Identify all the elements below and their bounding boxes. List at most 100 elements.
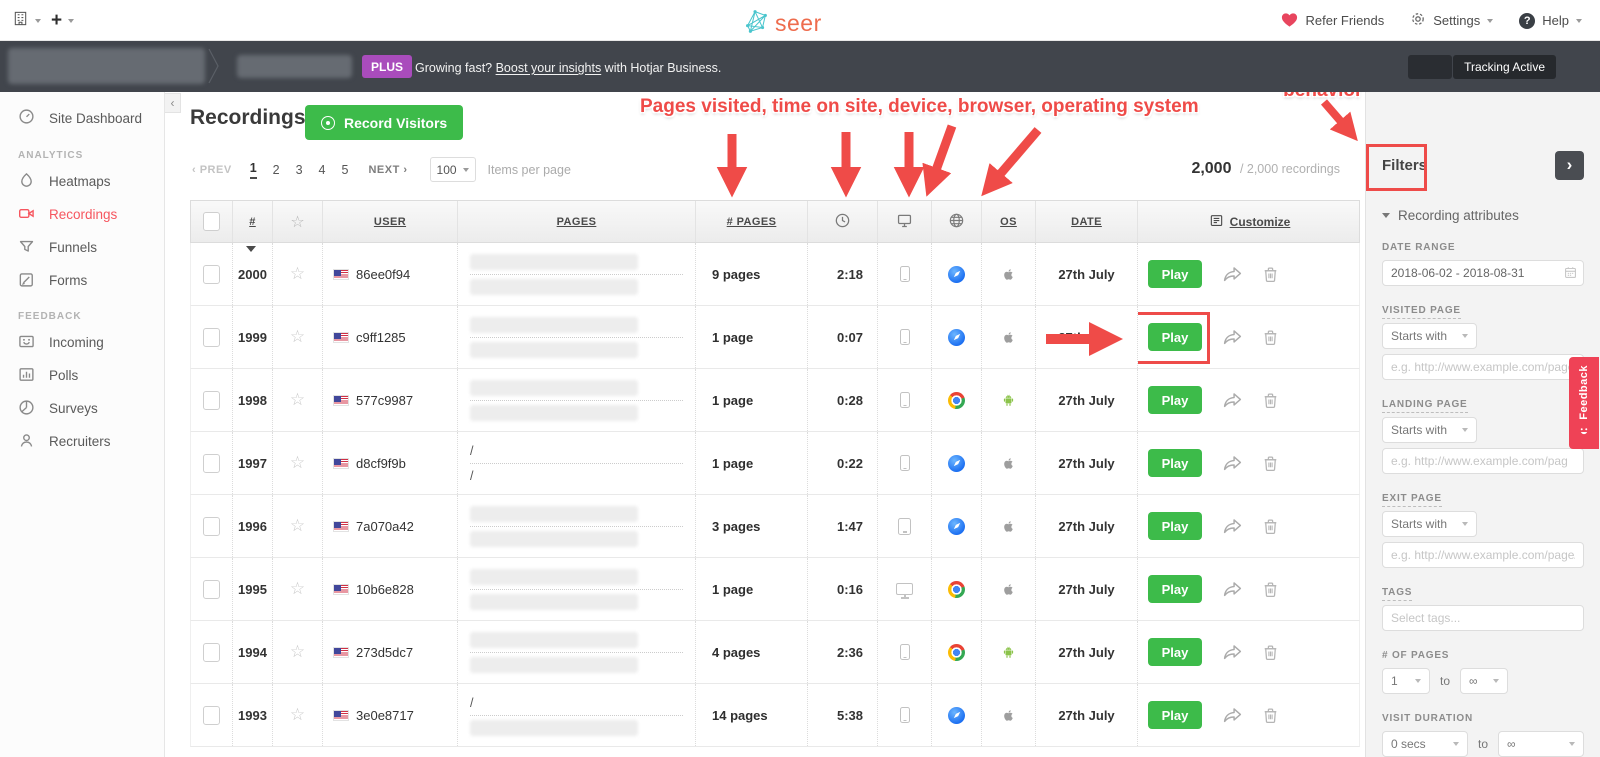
star-icon[interactable]: ☆ [290,327,305,347]
sidebar-item-label: Heatmaps [49,174,111,189]
page-number-4[interactable]: 4 [319,163,326,177]
row-checkbox[interactable] [203,705,220,725]
column-header-duration[interactable] [808,201,878,242]
exit-page-input[interactable] [1382,542,1584,568]
play-button[interactable]: Play [1148,260,1202,288]
tracking-active-button[interactable]: Tracking Active [1453,55,1556,79]
share-icon[interactable] [1222,455,1243,472]
redacted-site-selector[interactable] [8,48,205,84]
row-checkbox[interactable] [203,264,220,284]
row-checkbox[interactable] [203,516,220,536]
delete-icon[interactable] [1263,707,1278,724]
landing-page-input[interactable] [1382,448,1584,474]
column-header-starred[interactable]: ☆ [273,201,323,242]
share-icon[interactable] [1222,518,1243,535]
star-icon[interactable]: ☆ [290,453,305,473]
column-header-os[interactable]: OS [982,201,1036,242]
help-menu[interactable]: ? Help [1519,12,1582,29]
visited-page-input[interactable] [1382,354,1584,380]
date-range-input[interactable] [1382,260,1584,286]
delete-icon[interactable] [1263,644,1278,661]
row-checkbox[interactable] [203,390,220,410]
visit-duration-to-select[interactable]: ∞ [1498,731,1585,757]
share-icon[interactable] [1222,707,1243,724]
column-header-pages[interactable]: PAGES [458,201,696,242]
column-header-number[interactable]: # [233,201,273,242]
column-header-browser[interactable] [932,201,982,242]
play-button[interactable]: Play [1148,386,1202,414]
sidebar-item-surveys[interactable]: Surveys [0,392,164,425]
sidebar-item-heatmaps[interactable]: Heatmaps [0,165,164,198]
delete-icon[interactable] [1263,581,1278,598]
star-icon[interactable]: ☆ [290,579,305,599]
share-icon[interactable] [1222,581,1243,598]
calendar-icon[interactable] [1564,266,1577,284]
sidebar-item-polls[interactable]: Polls [0,359,164,392]
collapse-filters-button[interactable] [1555,150,1584,180]
page-number-5[interactable]: 5 [342,163,349,177]
prev-page-button[interactable]: ‹ PREV [192,164,232,176]
share-icon[interactable] [1222,266,1243,283]
play-button[interactable]: Play [1148,449,1202,477]
obscured-toolbar-button[interactable] [1408,55,1452,79]
tags-input[interactable] [1382,605,1584,631]
star-icon[interactable]: ☆ [290,642,305,662]
page-number-1[interactable]: 1 [249,161,257,179]
delete-icon[interactable] [1263,392,1278,409]
sidebar-item-forms[interactable]: Forms [0,264,164,297]
column-header-num-pages[interactable]: # PAGES [696,201,808,242]
page-number-2[interactable]: 2 [273,163,280,177]
num-pages-from-select[interactable]: 1 [1382,668,1430,694]
star-icon[interactable]: ☆ [290,516,305,536]
delete-icon[interactable] [1263,455,1278,472]
star-icon[interactable]: ☆ [290,705,305,725]
organization-menu-button[interactable] [12,10,41,32]
recording-attributes-toggle[interactable]: Recording attributes [1382,208,1584,223]
add-new-button[interactable]: + [51,11,75,30]
play-button[interactable]: Play [1148,512,1202,540]
row-checkbox[interactable] [203,453,220,473]
column-header-customize[interactable]: Customize [1138,201,1361,242]
items-per-page-select[interactable]: 100 [429,157,476,182]
hotjar-logo[interactable]: seer [742,7,822,40]
column-header-device[interactable] [878,201,932,242]
play-button[interactable]: Play [1148,323,1202,351]
column-header-user[interactable]: USER [323,201,458,242]
star-icon[interactable]: ☆ [290,264,305,284]
visited-page-match-select[interactable]: Starts with [1382,323,1477,349]
page-count: 3 pages [696,495,808,557]
page-number-3[interactable]: 3 [296,163,303,177]
delete-icon[interactable] [1263,266,1278,283]
sidebar-item-funnels[interactable]: Funnels [0,231,164,264]
record-visitors-button[interactable]: Record Visitors [305,105,464,140]
landing-page-match-select[interactable]: Starts with [1382,417,1477,443]
row-checkbox[interactable] [203,327,220,347]
visit-duration-from-select[interactable]: 0 secs [1382,731,1468,757]
play-button[interactable]: Play [1148,701,1202,729]
feedback-tab[interactable]: Feedback [1569,357,1599,449]
row-checkbox[interactable] [203,579,220,599]
sidebar-item-incoming[interactable]: Incoming [0,326,164,359]
sidebar-item-site-dashboard[interactable]: Site Dashboard [0,100,164,136]
sidebar-item-recordings[interactable]: Recordings [0,198,164,231]
num-pages-to-select[interactable]: ∞ [1460,668,1509,694]
delete-icon[interactable] [1263,329,1278,346]
share-icon[interactable] [1222,644,1243,661]
delete-icon[interactable] [1263,518,1278,535]
column-header-date[interactable]: DATE [1036,201,1138,242]
star-icon[interactable]: ☆ [290,390,305,410]
num-pages-to-value: ∞ [1469,674,1478,688]
play-button[interactable]: Play [1148,638,1202,666]
play-button[interactable]: Play [1148,575,1202,603]
row-checkbox[interactable] [203,642,220,662]
select-all-checkbox[interactable] [203,212,220,231]
share-icon[interactable] [1222,392,1243,409]
share-icon[interactable] [1222,329,1243,346]
next-page-button[interactable]: NEXT › [368,164,407,176]
refer-friends-link[interactable]: Refer Friends [1280,11,1384,31]
boost-insights-link[interactable]: Boost your insights [496,61,602,75]
sidebar-collapse-button[interactable] [165,93,181,113]
sidebar-item-recruiters[interactable]: Recruiters [0,425,164,458]
settings-menu[interactable]: Settings [1410,11,1494,30]
exit-page-match-select[interactable]: Starts with [1382,511,1477,537]
